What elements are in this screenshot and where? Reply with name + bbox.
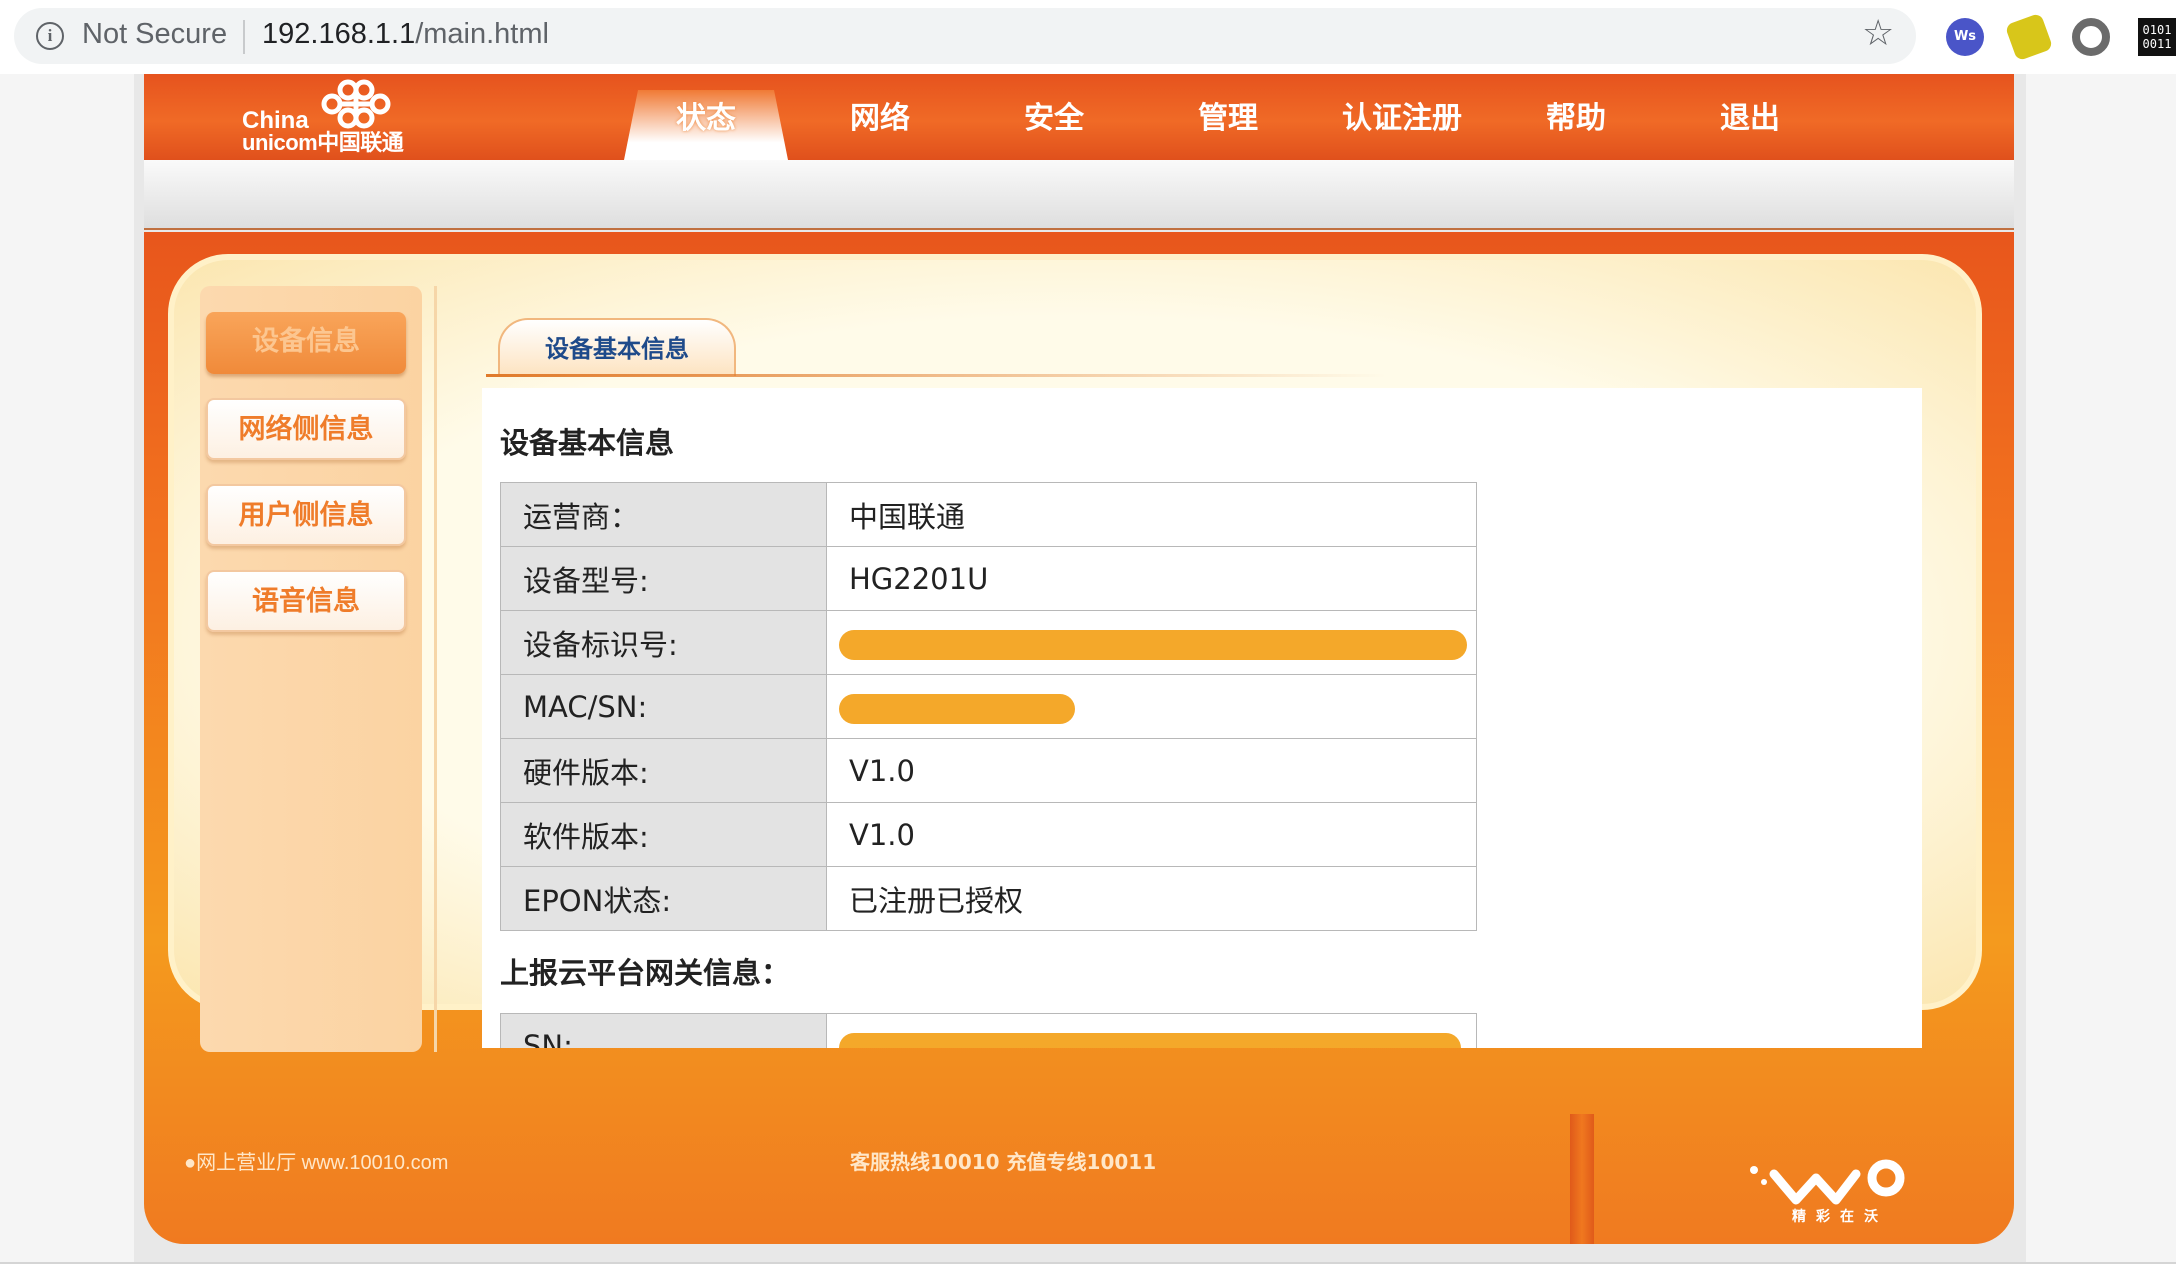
sidebar-item-network-info[interactable]: 网络侧信息 xyxy=(206,398,406,460)
extension-icon-binary[interactable]: 0101 0011 xyxy=(2138,18,2176,56)
sidebar-item-device-info[interactable]: 设备信息 xyxy=(206,312,406,374)
redaction-mark xyxy=(839,693,1075,724)
logo-text-china: China xyxy=(242,107,309,134)
row-value-redacted xyxy=(826,674,1477,739)
row-label: 设备标识号: xyxy=(500,610,827,675)
page-bottom-border xyxy=(0,1262,2176,1272)
redaction-mark xyxy=(839,1032,1461,1048)
tab-underline xyxy=(486,374,1386,377)
redaction-mark xyxy=(839,629,1467,660)
router-page: China unicom中国联通 状态 网络 安全 管理 认证注册 帮助 退出 … xyxy=(0,74,2176,1272)
table-row: EPON状态: 已注册已授权 xyxy=(500,866,1477,931)
row-value: V1.0 xyxy=(826,738,1477,803)
row-label: 软件版本: xyxy=(500,802,827,867)
footer-online-hall: ●网上营业厅 www.10010.com xyxy=(184,1152,449,1174)
row-value: HG2201U xyxy=(826,546,1477,611)
row-value-redacted xyxy=(826,1013,1477,1048)
row-label: EPON状态: xyxy=(500,866,827,931)
url-path[interactable]: /main.html xyxy=(415,18,549,50)
table-row: 运营商： 中国联通 xyxy=(500,482,1477,547)
nav-registration[interactable]: 认证注册 xyxy=(1320,90,1484,160)
row-value: V1.0 xyxy=(826,802,1477,867)
nav-logout[interactable]: 退出 xyxy=(1668,90,1832,160)
section-title-device-basic-info: 设备基本信息 xyxy=(500,426,675,460)
extension-icon-circle[interactable] xyxy=(2072,18,2110,56)
bookmark-star-icon[interactable]: ☆ xyxy=(1862,14,1894,54)
sub-navigation-bar xyxy=(144,160,2014,230)
extension-icon-puzzle[interactable] xyxy=(2004,12,2054,62)
url-host[interactable]: 192.168.1.1 xyxy=(262,18,415,50)
nav-network[interactable]: 网络 xyxy=(798,90,962,160)
wo-brand-logo-icon xyxy=(1750,1159,1905,1205)
cloud-gateway-table: SN: xyxy=(500,1013,1477,1048)
row-label: 硬件版本: xyxy=(500,738,827,803)
sidebar-divider xyxy=(434,286,437,1052)
nav-status-label: 状态 xyxy=(676,101,736,136)
nav-security[interactable]: 安全 xyxy=(972,90,1136,160)
tab-device-basic-info[interactable]: 设备基本信息 xyxy=(498,318,736,376)
row-value: 中国联通 xyxy=(826,482,1477,547)
sidebar-item-voice-info[interactable]: 语音信息 xyxy=(206,570,406,632)
sidebar-item-user-info[interactable]: 用户侧信息 xyxy=(206,484,406,546)
security-label[interactable]: Not Secure xyxy=(82,18,227,51)
browser-toolbar: i Not Secure 192.168.1.1/main.html ☆ Ws … xyxy=(0,0,2176,74)
row-label: MAC/SN: xyxy=(500,674,827,739)
info-icon[interactable]: i xyxy=(36,22,64,50)
wo-slogan: 精彩在沃 xyxy=(1792,1209,1888,1225)
table-row: 设备型号: HG2201U xyxy=(500,546,1477,611)
footer-divider-bar xyxy=(1570,1114,1594,1244)
content-panel: 设备基本信息 运营商： 中国联通 设备型号: HG2201U 设备标识号: MA… xyxy=(482,388,1922,1048)
footer-hotline: 客服热线10010 充值专线10011 xyxy=(850,1150,1157,1174)
device-info-table: 运营商： 中国联通 设备型号: HG2201U 设备标识号: MAC/SN: 硬… xyxy=(500,482,1477,931)
row-value-redacted xyxy=(826,610,1477,675)
address-bar-divider xyxy=(243,20,245,54)
table-row: SN: xyxy=(500,1013,1477,1048)
extension-icon-ws[interactable]: Ws xyxy=(1946,18,1984,56)
section-title-cloud-gateway: 上报云平台网关信息： xyxy=(500,956,791,990)
table-row: 软件版本: V1.0 xyxy=(500,802,1477,867)
nav-help[interactable]: 帮助 xyxy=(1494,90,1658,160)
nav-management[interactable]: 管理 xyxy=(1146,90,1310,160)
row-value: 已注册已授权 xyxy=(826,866,1477,931)
table-row: 硬件版本: V1.0 xyxy=(500,738,1477,803)
nav-status[interactable]: 状态 xyxy=(624,90,788,160)
row-label: SN: xyxy=(500,1013,827,1048)
logo-text-unicom: unicom中国联通 xyxy=(242,130,404,155)
url-text[interactable]: 192.168.1.1/main.html xyxy=(262,18,549,51)
table-row: MAC/SN: xyxy=(500,674,1477,739)
row-label: 设备型号: xyxy=(500,546,827,611)
row-label: 运营商： xyxy=(500,482,827,547)
table-row: 设备标识号: xyxy=(500,610,1477,675)
